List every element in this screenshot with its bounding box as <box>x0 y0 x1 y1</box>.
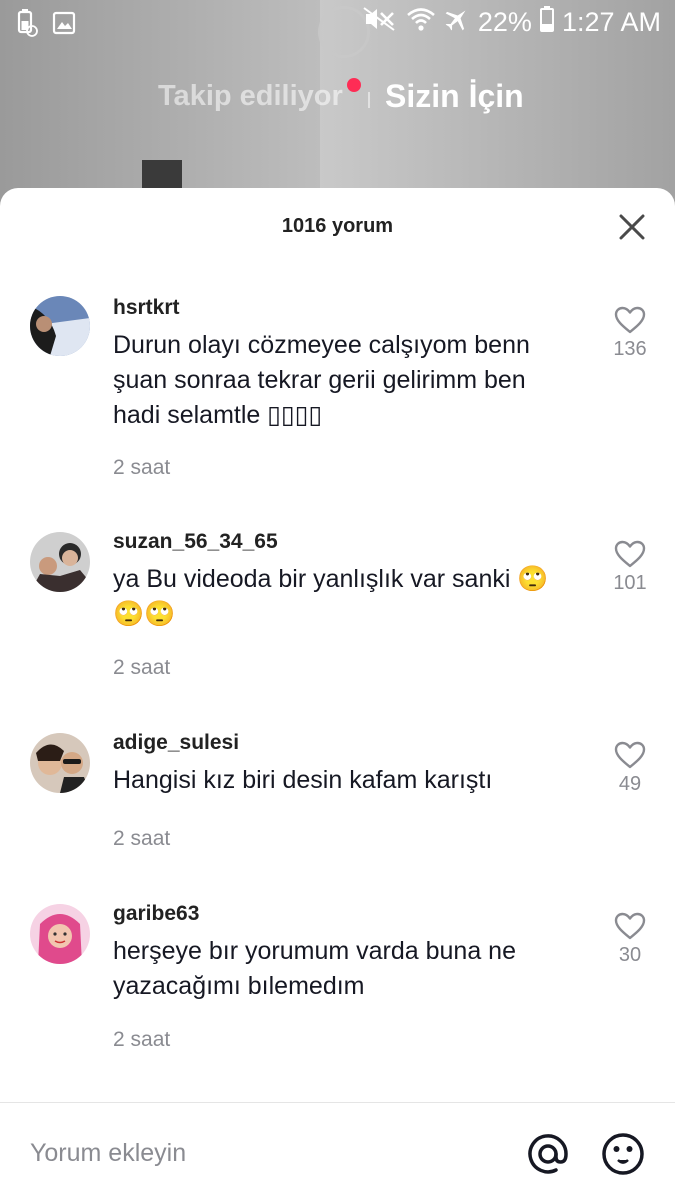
comments-sheet: 1016 yorum hsrtkrt Durun olayı cözmeyee … <box>0 188 675 1200</box>
comments-header: 1016 yorum <box>0 188 675 264</box>
heart-icon <box>614 306 646 334</box>
like-button[interactable]: 30 <box>606 912 654 967</box>
comment-time: 2 saat <box>113 456 171 479</box>
comment-username[interactable]: adige_sulesi <box>113 731 239 755</box>
heart-icon <box>614 912 646 940</box>
notification-dot <box>347 78 361 92</box>
like-button[interactable]: 49 <box>606 741 654 796</box>
avatar[interactable] <box>30 296 90 356</box>
feed-tabs: Takip ediliyor Sizin İçin <box>0 76 675 120</box>
like-count: 30 <box>618 944 642 966</box>
image-icon <box>52 9 76 35</box>
comment-time: 2 saat <box>113 1028 171 1051</box>
heart-icon <box>614 741 646 769</box>
heart-icon <box>614 540 646 568</box>
comment-username[interactable]: suzan_56_34_65 <box>113 530 278 554</box>
comment-time: 2 saat <box>113 656 171 679</box>
clock: 1:27 AM <box>561 7 661 37</box>
avatar[interactable] <box>30 733 90 793</box>
comment-text: Durun olayı cözmeyee calşıyom benn şuan … <box>113 331 530 429</box>
comment-time: 2 saat <box>113 827 171 850</box>
comments-count-title: 1016 yorum <box>281 215 394 237</box>
like-button[interactable]: 101 <box>606 540 654 595</box>
mention-icon[interactable] <box>526 1132 570 1176</box>
comment-username[interactable]: hsrtkrt <box>113 296 180 320</box>
tab-for-you[interactable]: Sizin İçin <box>385 78 524 115</box>
wifi-icon <box>406 6 436 39</box>
status-bar: 22% 1:27 AM <box>0 0 675 46</box>
close-icon[interactable] <box>617 212 647 242</box>
battery-percent: 22% <box>477 7 532 37</box>
battery-saver-icon <box>16 9 38 37</box>
like-count: 101 <box>613 572 647 594</box>
tab-following[interactable]: Takip ediliyor <box>158 80 343 113</box>
like-count: 136 <box>613 338 647 360</box>
avatar[interactable] <box>30 904 90 964</box>
emoji-icon[interactable] <box>601 1132 645 1176</box>
mute-icon <box>362 6 398 39</box>
like-button[interactable]: 136 <box>606 306 654 361</box>
comment-text: ya Bu videoda bir yanlışlık var sanki 🙄🙄… <box>113 565 549 628</box>
comment-input-bar <box>0 1102 675 1200</box>
comment-username[interactable]: garibe63 <box>113 902 199 926</box>
battery-icon <box>539 6 554 39</box>
like-count: 49 <box>618 773 642 795</box>
avatar[interactable] <box>30 532 90 592</box>
comment-text: herşeye bır yorumum varda buna ne yazaca… <box>113 937 516 1000</box>
comment-text: Hangisi kız biri desin kafam karıştı <box>113 766 493 794</box>
airplane-mode-icon <box>444 6 470 39</box>
comment-input[interactable] <box>30 1133 470 1173</box>
tab-divider <box>368 92 370 108</box>
